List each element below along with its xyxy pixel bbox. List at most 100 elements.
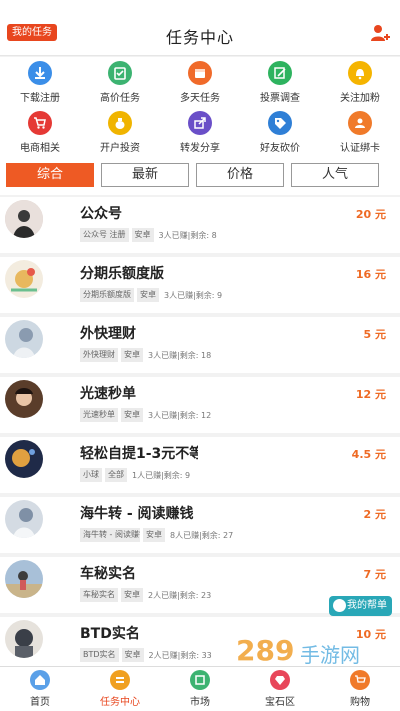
task-tags: BTD实名 安卓 2人已赚|剩余: 33 — [80, 648, 212, 662]
task-row[interactable]: 海牛转 - 阅读赚钱 2 元 海牛转 - 阅读赚钱 安卓 8人已赚|剩余: 27 — [0, 497, 400, 553]
avatar — [5, 200, 43, 238]
nav-market[interactable]: 市场 — [160, 669, 240, 711]
task-tags: 小球 全部 1人已赚|剩余: 9 — [80, 468, 190, 482]
platform-tag: 安卓 — [137, 288, 159, 302]
bell-icon — [348, 61, 372, 85]
category-vote-survey[interactable]: 投票调查 — [240, 57, 320, 107]
tab-price[interactable]: 价格 — [196, 163, 284, 187]
task-row[interactable]: 分期乐额度版 16 元 分期乐额度版 安卓 3人已赚|剩余: 9 — [0, 257, 400, 313]
avatar — [5, 380, 43, 418]
nav-label: 购物 — [350, 697, 370, 708]
category-account-invest[interactable]: 开户投资 — [80, 107, 160, 157]
home-icon — [30, 670, 50, 690]
task-tags: 公众号 注册 安卓 3人已赚|剩余: 8 — [80, 228, 217, 242]
task-row[interactable]: 光速秒单 12 元 光速秒单 安卓 3人已赚|剩余: 12 — [0, 377, 400, 433]
task-category-grid: 下载注册 高价任务 多天任务 投票调查 关注加粉 电商相关 开户投资 转发分享 … — [0, 57, 400, 157]
task-tag: 光速秒单 — [80, 408, 118, 422]
my-helper-label: 我的帮单 — [347, 600, 387, 611]
task-stats: 3人已赚|剩余: 8 — [158, 230, 217, 240]
nav-task-center[interactable]: 任务中心 — [80, 669, 160, 711]
avatar — [5, 560, 43, 598]
category-ecommerce[interactable]: 电商相关 — [0, 107, 80, 157]
watermark-number: 289 — [236, 634, 294, 667]
task-stats: 3人已赚|剩余: 18 — [148, 350, 212, 360]
clipboard-check-icon — [108, 61, 132, 85]
task-tags: 海牛转 - 阅读赚钱 安卓 8人已赚|剩余: 27 — [80, 528, 233, 542]
task-name: 海牛转 - 阅读赚钱 — [80, 506, 194, 522]
user-plus-icon[interactable] — [369, 22, 391, 44]
task-icon — [110, 670, 130, 690]
task-tag: 外快理财 — [80, 348, 118, 362]
my-helper-button[interactable]: 我的帮单 — [329, 596, 392, 616]
platform-tag: 安卓 — [121, 588, 143, 602]
task-stats: 3人已赚|剩余: 9 — [164, 290, 223, 300]
task-tags: 分期乐额度版 安卓 3人已赚|剩余: 9 — [80, 288, 222, 302]
category-forward-share[interactable]: 转发分享 — [160, 107, 240, 157]
category-label: 认证绑卡 — [340, 143, 380, 154]
nav-shopping[interactable]: 购物 — [320, 669, 400, 711]
task-stats: 3人已赚|剩余: 12 — [148, 410, 212, 420]
category-label: 关注加粉 — [340, 93, 380, 104]
category-high-price[interactable]: 高价任务 — [80, 57, 160, 107]
category-multi-day[interactable]: 多天任务 — [160, 57, 240, 107]
avatar — [5, 260, 43, 298]
platform-tag: 安卓 — [121, 408, 143, 422]
task-stats: 1人已赚|剩余: 9 — [132, 470, 191, 480]
helper-icon — [333, 599, 346, 612]
platform-tag: 安卓 — [143, 528, 165, 542]
platform-tag: 全部 — [105, 468, 127, 482]
task-row[interactable]: 公众号 20 元 公众号 注册 安卓 3人已赚|剩余: 8 — [0, 197, 400, 253]
task-tag: 车秘实名 — [80, 588, 118, 602]
category-friend-bargain[interactable]: 好友砍价 — [240, 107, 320, 157]
bottom-navigation: 首页 任务中心 市场 宝石区 购物 — [0, 666, 400, 711]
category-download-register[interactable]: 下载注册 — [0, 57, 80, 107]
platform-tag: 安卓 — [131, 228, 154, 242]
task-name: 公众号 — [80, 206, 122, 222]
task-price: 4.5 元 — [351, 448, 386, 461]
task-tag: 公众号 注册 — [80, 228, 129, 242]
task-name: 光速秒单 — [80, 386, 136, 402]
task-price: 12 元 — [355, 388, 386, 401]
category-label: 转发分享 — [180, 143, 220, 154]
tab-comprehensive[interactable]: 综合 — [6, 163, 94, 187]
avatar — [5, 320, 43, 358]
task-center-page: 我的任务 任务中心 下载注册 高价任务 多天任务 投票调查 关注加粉 电商相关 … — [0, 0, 400, 711]
category-label: 高价任务 — [100, 93, 140, 104]
download-icon — [28, 61, 52, 85]
platform-tag: 安卓 — [121, 648, 144, 662]
task-price: 7 元 — [363, 568, 386, 581]
task-tag: 小球 — [80, 468, 102, 482]
money-bag-icon — [108, 111, 132, 135]
task-price: 2 元 — [363, 508, 386, 521]
nav-home[interactable]: 首页 — [0, 669, 80, 711]
pencil-note-icon — [268, 61, 292, 85]
nav-label: 市场 — [190, 697, 210, 708]
tab-latest[interactable]: 最新 — [101, 163, 189, 187]
nav-label: 宝石区 — [265, 697, 295, 708]
task-stats: 2人已赚|剩余: 33 — [148, 650, 212, 660]
page-title: 任务中心 — [165, 28, 234, 47]
tab-popularity[interactable]: 人气 — [291, 163, 379, 187]
task-row[interactable]: 外快理财 5 元 外快理财 安卓 3人已赚|剩余: 18 — [0, 317, 400, 373]
category-verify-bindcard[interactable]: 认证绑卡 — [320, 107, 400, 157]
avatar — [5, 620, 43, 658]
category-label: 好友砍价 — [260, 143, 300, 154]
avatar — [5, 500, 43, 538]
task-price: 20 元 — [355, 208, 386, 221]
nav-label: 任务中心 — [100, 697, 140, 708]
task-tags: 光速秒单 安卓 3人已赚|剩余: 12 — [80, 408, 211, 422]
task-row[interactable]: 轻松自提1-3元不等 4.5 元 小球 全部 1人已赚|剩余: 9 — [0, 437, 400, 493]
task-stats: 2人已赚|剩余: 23 — [148, 590, 212, 600]
category-follow-fans[interactable]: 关注加粉 — [320, 57, 400, 107]
task-tags: 外快理财 安卓 3人已赚|剩余: 18 — [80, 348, 211, 362]
task-tag: BTD实名 — [80, 648, 119, 662]
category-label: 下载注册 — [20, 93, 60, 104]
watermark-text: 手游网 — [300, 643, 360, 667]
cart-icon — [350, 670, 370, 690]
nav-gem-zone[interactable]: 宝石区 — [240, 669, 320, 711]
person-card-icon — [348, 111, 372, 135]
platform-tag: 安卓 — [121, 348, 143, 362]
market-icon — [190, 670, 210, 690]
task-name: 轻松自提1-3元不等 — [80, 446, 198, 462]
task-name: 外快理财 — [80, 326, 136, 342]
